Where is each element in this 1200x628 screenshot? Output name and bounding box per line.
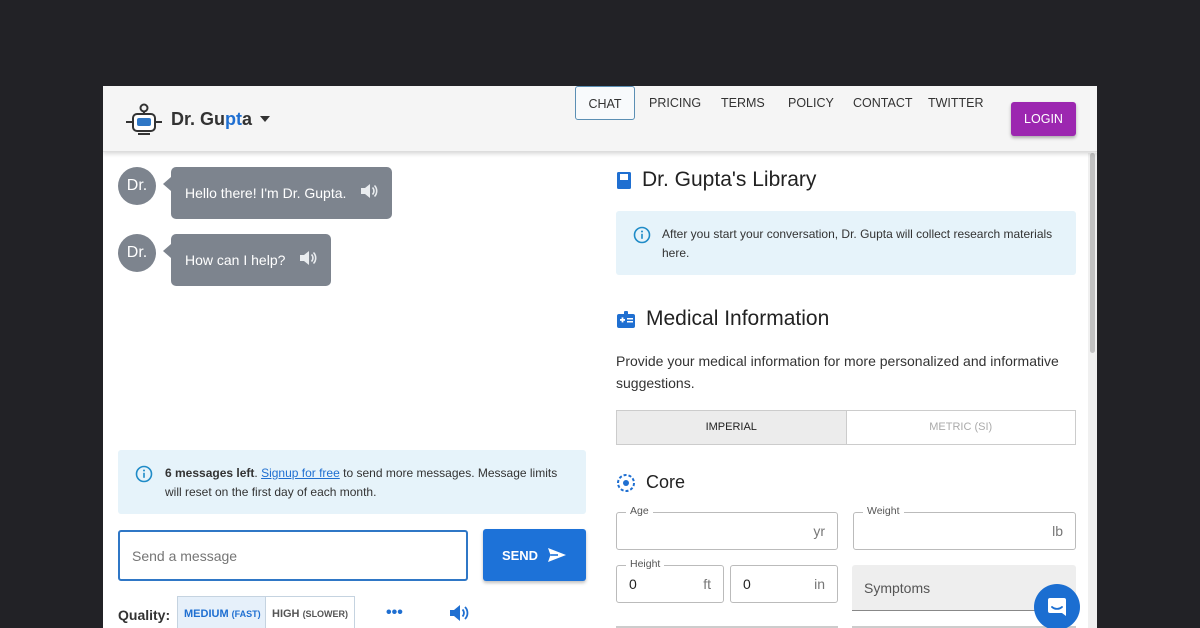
unit-imperial-option[interactable]: IMPERIAL [617,411,847,444]
info-icon [633,226,651,244]
nav-terms[interactable]: TERMS [721,86,765,120]
library-title: Dr. Gupta's Library [616,168,816,192]
support-chat-button[interactable] [1034,584,1080,628]
nav-contact[interactable]: CONTACT [853,86,913,120]
target-icon [617,473,635,492]
send-button[interactable]: SEND [483,529,586,581]
nav-twitter[interactable]: TWITTER [928,86,984,120]
height-inches-value: 0 [743,576,751,592]
age-label: Age [626,505,653,517]
quality-medium-option[interactable]: MEDIUM (FAST) [177,596,268,628]
more-options-icon[interactable]: ••• [386,604,403,622]
weight-unit: lb [1052,523,1063,539]
age-field[interactable]: Age yr [616,505,838,550]
weight-field[interactable]: Weight lb [853,505,1076,550]
age-unit: yr [813,523,825,539]
book-icon [617,171,631,189]
unit-metric-option[interactable]: METRIC (SI) [847,411,1076,444]
nav-policy[interactable]: POLICY [788,86,834,120]
height-inches-field[interactable]: 0 in [730,565,838,603]
doctor-avatar: Dr. [118,234,156,272]
medical-description: Provide your medical information for mor… [616,353,1059,391]
unit-system-toggle: IMPERIAL METRIC (SI) [616,410,1076,445]
core-section-title: Core [616,472,685,493]
height-feet-unit: ft [703,576,711,592]
nav-pricing[interactable]: PRICING [649,86,701,120]
speaker-icon[interactable] [299,235,317,287]
chat-bubble-icon [1048,598,1066,616]
app-window: Dr. Gupta CHAT PRICING TERMS POLICY CONT… [103,86,1097,628]
nav-chat[interactable]: CHAT [575,86,635,120]
robot-logo-icon [126,103,162,135]
brand-name: Dr. Gupta [171,108,253,129]
limit-text: 6 messages left. Signup for free to send… [165,466,558,499]
height-feet-value: 0 [629,576,637,592]
info-icon [135,465,153,483]
chat-message: Hello there! I'm Dr. Gupta. [162,167,393,220]
brand-menu[interactable]: Dr. Gupta [125,102,271,136]
message-limit-notice: 6 messages left. Signup for free to send… [118,450,586,514]
height-inches-unit: in [814,576,825,592]
quality-label: Quality: [118,607,171,623]
message-text: How can I help? [185,252,286,268]
signup-link[interactable]: Signup for free [261,466,340,480]
caret-down-icon [260,116,271,122]
send-icon [548,548,567,562]
send-label: SEND [501,547,539,563]
message-input[interactable] [118,530,468,581]
library-notice-text: After you start your conversation, Dr. G… [662,227,1053,260]
volume-icon[interactable] [449,604,469,627]
message-text: Hello there! I'm Dr. Gupta. [185,185,347,201]
doctor-avatar: Dr. [118,167,156,205]
library-notice: After you start your conversation, Dr. G… [616,211,1076,275]
medical-id-icon [617,310,635,328]
speaker-icon[interactable] [360,168,378,220]
top-navbar: Dr. Gupta CHAT PRICING TERMS POLICY CONT… [103,86,1097,152]
scrollbar-thumb[interactable] [1090,153,1095,353]
height-feet-field[interactable]: Height 0 ft [616,558,724,603]
medical-info-title: Medical Information [616,307,829,331]
weight-label: Weight [863,505,904,517]
quality-high-option[interactable]: HIGH (SLOWER) [265,596,356,628]
right-pane-scrollbar[interactable] [1088,153,1097,628]
chat-message: How can I help? [162,234,332,287]
login-button[interactable]: LOGIN [1011,102,1076,136]
